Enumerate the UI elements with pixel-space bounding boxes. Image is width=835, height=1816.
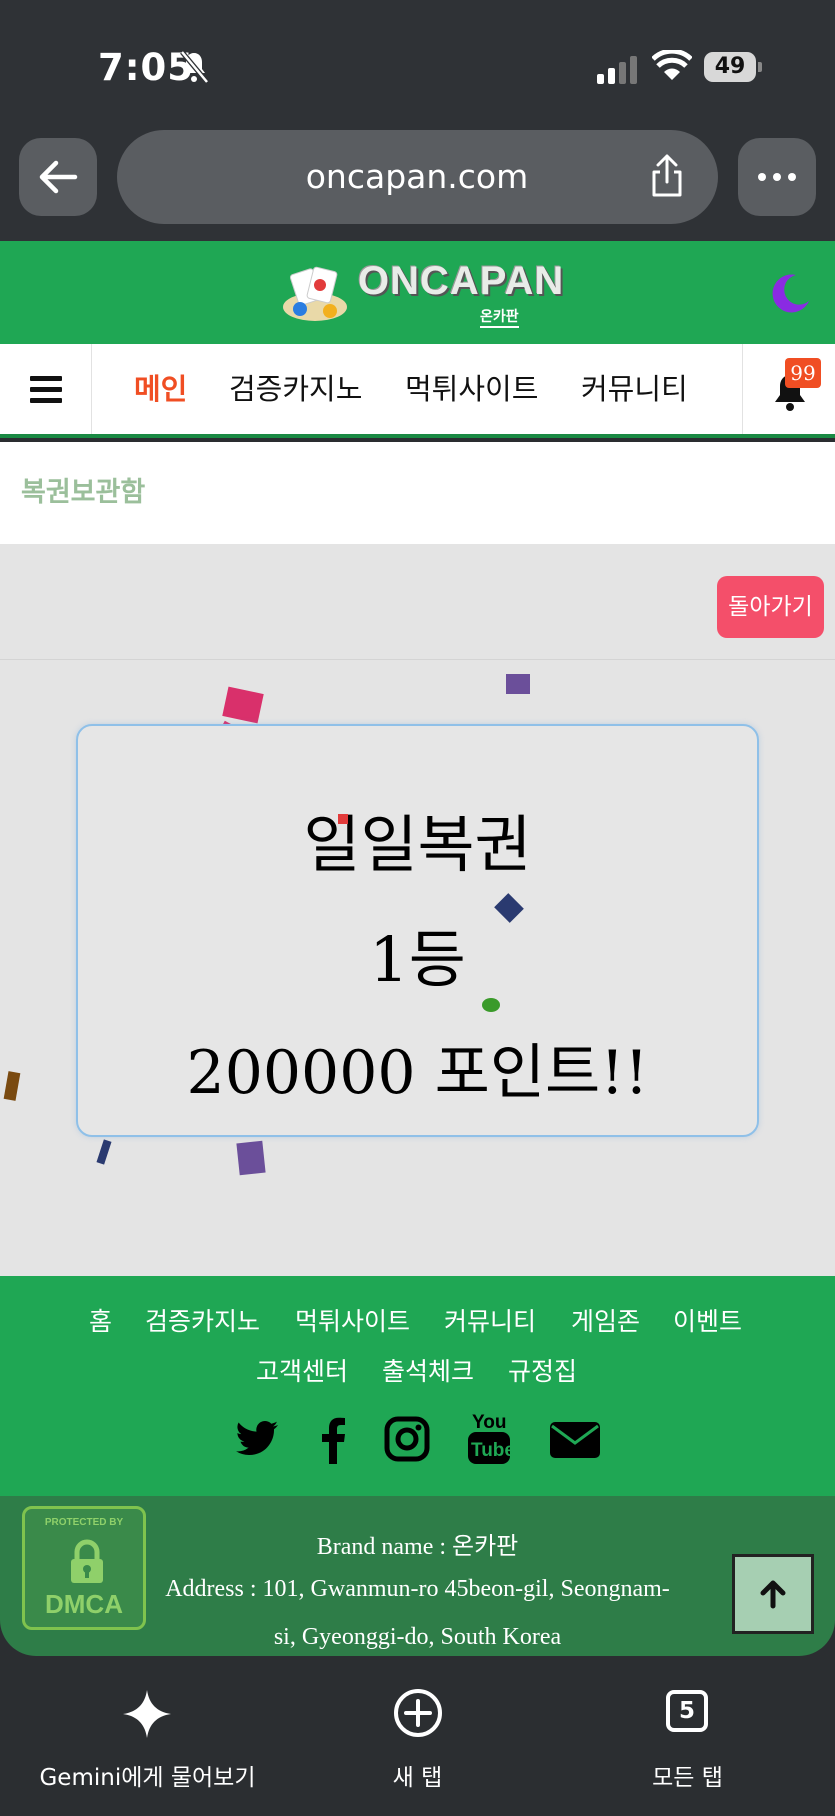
logo-subtitle: 온카판	[480, 306, 519, 328]
confetti-piece	[3, 1071, 21, 1101]
dark-mode-moon-icon[interactable]	[768, 271, 812, 315]
twitter-icon[interactable]	[234, 1414, 280, 1464]
confetti-piece	[222, 686, 264, 724]
footer-link-home[interactable]: 홈	[89, 1302, 112, 1338]
arrow-left-icon	[39, 160, 78, 194]
confetti-piece	[338, 814, 348, 824]
footer-link-attendance[interactable]: 출석체크	[382, 1352, 474, 1388]
scroll-to-top-button[interactable]	[732, 1554, 814, 1634]
main-nav: 메인 검증카지노 먹튀사이트 커뮤니티 99	[0, 344, 835, 438]
lottery-content: 돌아가기 일일복권 1등 200000 포인트!!	[0, 544, 835, 1276]
silent-bell-icon	[180, 50, 209, 84]
plus-circle-icon	[394, 1689, 442, 1737]
notification-badge: 99	[785, 358, 821, 388]
footer-link-support[interactable]: 고객센터	[256, 1352, 348, 1388]
arrow-up-icon	[760, 1580, 786, 1609]
cellular-signal-icon	[597, 56, 637, 84]
battery-level: 49	[704, 52, 756, 82]
dmca-protected-label: PROTECTED BY	[44, 1517, 124, 1528]
dmca-label: DMCA	[45, 1589, 123, 1619]
new-tab-button[interactable]: 새 탭	[340, 1656, 495, 1796]
confetti-piece	[236, 1140, 266, 1176]
footer-link-scam-sites[interactable]: 먹튀사이트	[295, 1302, 410, 1338]
brand-name: Brand name : 온카판	[316, 1534, 519, 1560]
browser-bar: oncapan.com	[0, 130, 835, 241]
breadcrumb: 복권보관함	[21, 477, 146, 508]
lock-icon	[71, 1539, 103, 1583]
status-bar: 7:05 49	[0, 0, 835, 130]
confetti-piece	[506, 674, 530, 694]
footer-link-community[interactable]: 커뮤니티	[444, 1302, 536, 1338]
site-logo[interactable]: ONCAPAN 온카판	[280, 259, 563, 329]
url-text: oncapan.com	[305, 157, 529, 196]
facebook-icon[interactable]	[318, 1414, 348, 1464]
confetti-piece	[96, 1139, 112, 1165]
gemini-label: Gemini에게 물어보기	[39, 1765, 256, 1791]
prize-amount: 200000 포인트!!	[186, 1038, 649, 1108]
logo-text: ONCAPAN	[358, 259, 565, 303]
svg-text:You: You	[472, 1412, 506, 1433]
footer-link-game-zone[interactable]: 게임존	[571, 1302, 640, 1338]
nav-item-scam-sites[interactable]: 먹튀사이트	[405, 344, 538, 434]
battery-icon: 49	[704, 52, 762, 82]
nav-item-community[interactable]: 커뮤니티	[581, 344, 688, 434]
tab-count-icon: 5	[666, 1690, 708, 1732]
prize-card: 일일복권 1등 200000 포인트!!	[76, 724, 759, 1137]
gemini-button[interactable]: Gemini에게 물어보기	[20, 1656, 275, 1796]
gemini-sparkle-icon	[123, 1690, 171, 1738]
breadcrumb-bar: 복권보관함	[0, 442, 835, 544]
logo-cards-icon	[283, 266, 347, 321]
go-back-button[interactable]: 돌아가기	[717, 576, 824, 638]
browser-back-button[interactable]	[19, 138, 97, 216]
browser-toolbar: Gemini에게 물어보기 새 탭 5 모든 탭	[0, 1656, 835, 1816]
nav-item-main[interactable]: 메인	[134, 344, 187, 434]
address-bar[interactable]: oncapan.com	[117, 130, 718, 224]
wifi-icon	[652, 50, 692, 80]
youtube-icon[interactable]: You Tube	[466, 1408, 512, 1466]
mail-icon[interactable]	[548, 1414, 602, 1464]
all-tabs-label: 모든 탭	[652, 1765, 723, 1791]
more-options-button[interactable]	[738, 138, 816, 216]
hamburger-menu-icon[interactable]	[0, 344, 92, 434]
footer-link-verified-casino[interactable]: 검증카지노	[145, 1302, 260, 1338]
instagram-icon[interactable]	[384, 1414, 430, 1464]
notifications-button[interactable]: 99	[742, 344, 835, 434]
footer-link-rules[interactable]: 규정집	[508, 1352, 577, 1388]
svg-text:Tube: Tube	[471, 1440, 512, 1461]
footer-link-events[interactable]: 이벤트	[673, 1302, 742, 1338]
prize-title: 일일복권	[303, 808, 532, 881]
confetti-piece	[482, 998, 500, 1012]
share-icon[interactable]	[647, 154, 687, 198]
all-tabs-button[interactable]: 5 모든 탭	[610, 1656, 765, 1796]
footer: 홈 검증카지노 먹튀사이트 커뮤니티 게임존 이벤트 고객센터 출석체크 규정집…	[0, 1276, 835, 1496]
site-header: ONCAPAN 온카판	[0, 241, 835, 344]
confetti-stage: 일일복권 1등 200000 포인트!!	[0, 659, 835, 1276]
footer-bottom: PROTECTED BY DMCA Brand name : 온카판 Addre…	[0, 1496, 835, 1656]
new-tab-label: 새 탭	[392, 1765, 443, 1791]
nav-item-verified-casino[interactable]: 검증카지노	[229, 344, 362, 434]
prize-rank: 1등	[369, 923, 466, 996]
dmca-badge[interactable]: PROTECTED BY DMCA	[22, 1506, 146, 1630]
address-line-2: si, Gyeonggi-do, South Korea	[273, 1624, 562, 1650]
address-line-1: Address : 101, Gwanmun-ro 45beon-gil, Se…	[165, 1576, 670, 1602]
